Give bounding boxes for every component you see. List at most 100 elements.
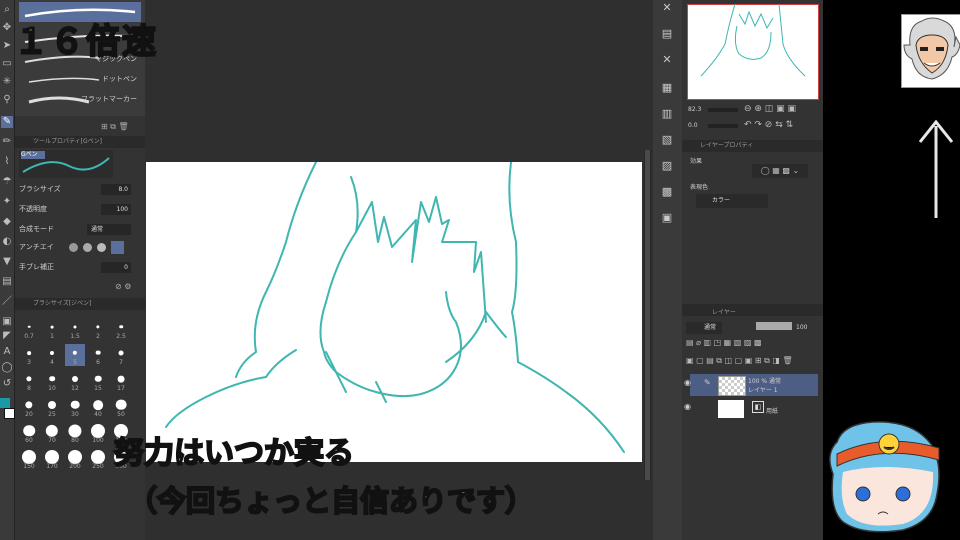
brush-size-cell[interactable]: 40 <box>88 396 108 418</box>
selection-tool-icon[interactable]: ▭ <box>1 58 13 70</box>
pencil-tool-icon[interactable]: ✏ <box>1 136 13 148</box>
brush-size-cell[interactable]: 20 <box>19 396 39 418</box>
brush-size-cell[interactable]: 5 <box>65 344 85 366</box>
scrollbar-thumb[interactable] <box>645 150 650 480</box>
main-color-swatch[interactable] <box>0 398 10 408</box>
brush-size-cell[interactable]: 1.5 <box>65 318 85 340</box>
balloon-tool-icon[interactable]: ◯ <box>1 362 13 374</box>
brush-size-cell[interactable]: 7 <box>111 344 131 366</box>
zoom-tool-icon[interactable]: ⌕ <box>1 4 13 16</box>
decoration-tool-icon[interactable]: ✦ <box>1 196 13 208</box>
brush-size-cell[interactable]: 60 <box>19 422 39 444</box>
brush-size-cell[interactable]: 200 <box>65 448 85 470</box>
brush-size-cell[interactable]: 150 <box>19 448 39 470</box>
brush-size-cell[interactable]: 2.5 <box>111 318 131 340</box>
brush-size-cell[interactable]: 2 <box>88 318 108 340</box>
blend-mode-row[interactable]: 合成モード 通常 <box>19 224 141 237</box>
antialias-none[interactable] <box>69 243 78 252</box>
brush-size-cell[interactable]: 8 <box>19 370 39 392</box>
brush-size-cell[interactable]: 25 <box>42 396 62 418</box>
layer-blend-select[interactable]: 通常 <box>686 322 722 334</box>
eye-icon[interactable]: ◉ <box>684 402 691 411</box>
history-icon[interactable]: ▧ <box>658 132 676 148</box>
brush-size-cell[interactable]: 15 <box>88 370 108 392</box>
auto-select-icon[interactable]: ✳ <box>1 76 13 88</box>
layer-opacity-slider[interactable] <box>756 322 792 330</box>
move-tool-icon[interactable]: ✥ <box>1 22 13 34</box>
antialias-row[interactable]: アンチエイ <box>19 241 141 255</box>
operation-tool-icon[interactable]: ➤ <box>1 40 13 52</box>
close-icon[interactable]: ✕ <box>658 0 676 16</box>
pen-tool-icon[interactable]: ✎ <box>1 116 13 128</box>
blend-tool-icon[interactable]: ◐ <box>1 236 13 248</box>
sub-tool-actions[interactable]: ⊞ ⧉ 🗑 <box>101 122 129 132</box>
tool-tab[interactable]: Gペン <box>21 151 45 159</box>
frame-tool-icon[interactable]: ▣ <box>1 316 13 328</box>
brush-size-value[interactable]: 8.0 <box>101 184 131 195</box>
layer-action-icons[interactable]: ▣ ▢ ▤ ⧉ ◫ ▢ ▣ ⊞ ⧉ ◨ 🗑 <box>686 356 793 366</box>
antialias-mid[interactable] <box>97 243 106 252</box>
brush-size-cell[interactable]: 4 <box>42 344 62 366</box>
brush-size-cell[interactable]: 70 <box>42 422 62 444</box>
item-bank-icon[interactable]: ▩ <box>658 184 676 200</box>
zoom-slider[interactable] <box>708 108 738 112</box>
figure-tool-icon[interactable]: ／ <box>1 296 13 308</box>
rotation-buttons-icon[interactable]: ↶ ↷ ⊘ ⇆ ⇅ <box>744 120 793 130</box>
eye-icon[interactable]: ◉ <box>684 378 691 387</box>
correct-line-icon[interactable]: ↺ <box>1 378 13 390</box>
antialias-weak[interactable] <box>83 243 92 252</box>
brush-size-cell[interactable]: 250 <box>88 448 108 470</box>
brush-size-cell[interactable]: 0.7 <box>19 318 39 340</box>
brush-size-cell[interactable]: 100 <box>88 422 108 444</box>
opacity-row[interactable]: 不透明度 100 <box>19 204 141 217</box>
layer-search-icon[interactable]: ▨ <box>658 158 676 174</box>
expression-color-select[interactable]: カラー <box>696 194 768 208</box>
brush-size-cell[interactable]: 12 <box>65 370 85 392</box>
close-icon[interactable]: ✕ <box>658 52 676 68</box>
stabilization-value[interactable]: 0 <box>101 262 131 273</box>
layer-row-active[interactable]: ◉ ✎ 100 % 通常 レイヤー 1 <box>684 374 818 396</box>
brush-tool-icon[interactable]: ⌇ <box>1 156 13 168</box>
brush-size-cell[interactable]: 1 <box>42 318 62 340</box>
layer-row-paper[interactable]: ◉ ◧ 用紙 <box>684 398 818 420</box>
brush-item-dot-pen[interactable]: ドットペン <box>19 70 141 90</box>
drawing-canvas[interactable] <box>146 161 642 462</box>
rotation-slider[interactable] <box>708 124 738 128</box>
text-tool-icon[interactable]: A <box>1 346 13 358</box>
rotation-value[interactable]: 0.0 <box>688 122 698 129</box>
brush-size-row[interactable]: ブラシサイズ 8.0 <box>19 184 141 197</box>
canvas-vertical-scrollbar[interactable] <box>644 150 651 480</box>
palette-icon[interactable]: ▤ <box>658 26 676 42</box>
sub-view-icon[interactable]: ▣ <box>658 210 676 226</box>
brush-size-cell[interactable]: 17 <box>111 370 131 392</box>
eyedropper-icon[interactable]: ⚲ <box>1 94 13 106</box>
fill-tool-icon[interactable]: ▼ <box>1 256 13 268</box>
sub-color-swatch[interactable] <box>4 408 15 419</box>
navigator-thumbnail[interactable] <box>687 3 819 100</box>
effect-buttons[interactable]: ◯ ▦ ▩ ⌄ <box>752 164 808 178</box>
brush-size-cell[interactable]: 6 <box>88 344 108 366</box>
brush-size-cell[interactable]: 3 <box>19 344 39 366</box>
brush-size-cell[interactable]: 170 <box>42 448 62 470</box>
zoom-value[interactable]: 82.3 <box>688 106 701 113</box>
brush-size-cell[interactable]: 30 <box>65 396 85 418</box>
airbrush-tool-icon[interactable]: ☂ <box>1 176 13 188</box>
brush-size-cell[interactable]: 10 <box>42 370 62 392</box>
tool-prop-settings-icon[interactable]: ⊘ ⚙ <box>115 282 131 291</box>
brush-item-flat-marker[interactable]: フラットマーカー <box>19 90 141 110</box>
zoom-buttons-icon[interactable]: ⊖ ⊕ ◫ ▣ ▣ <box>744 104 796 114</box>
opacity-value[interactable]: 100 <box>101 204 131 215</box>
stabilization-row[interactable]: 手ブレ補正 0 <box>19 262 141 275</box>
material-icon[interactable]: ▥ <box>658 106 676 122</box>
layer-tool-icons[interactable]: ▤ ⌀ ▥ ◳ ▦ ▧ ▨ ▩ <box>686 338 762 347</box>
ruler-tool-icon[interactable]: ◤ <box>1 330 13 342</box>
brush-size-cell[interactable]: 50 <box>111 396 131 418</box>
gradient-tool-icon[interactable]: ▤ <box>1 276 13 288</box>
eraser-tool-icon[interactable]: ◆ <box>1 216 13 228</box>
blend-mode-label: 合成モード <box>19 225 54 233</box>
layer-opacity-value[interactable]: 100 <box>796 324 807 331</box>
blend-mode-select[interactable]: 通常 <box>87 224 131 235</box>
color-set-icon[interactable]: ▦ <box>658 80 676 96</box>
brush-size-cell[interactable]: 80 <box>65 422 85 444</box>
antialias-strong[interactable] <box>111 241 124 254</box>
